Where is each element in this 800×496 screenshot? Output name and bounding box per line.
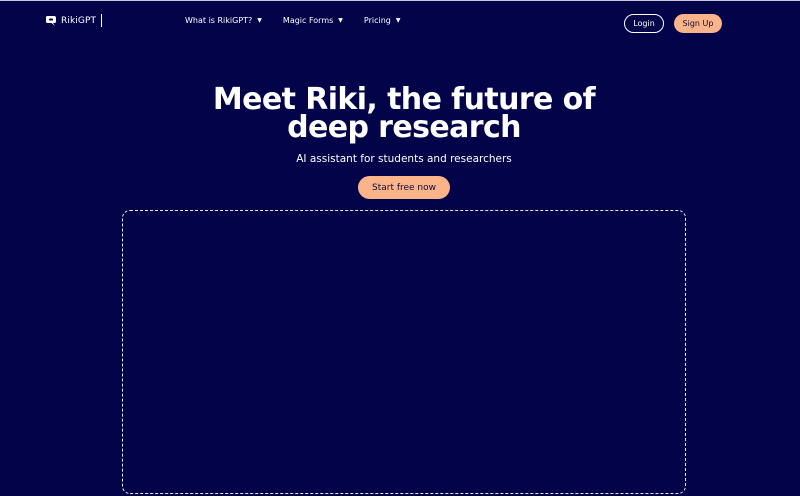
- menu-item-what-is-rikigpt[interactable]: What is RikiGPT? ▼: [185, 16, 262, 25]
- menu-item-magic-forms[interactable]: Magic Forms ▼: [283, 16, 343, 25]
- navbar: RikiGPT What is RikiGPT? ▼ Magic Forms ▼…: [0, 0, 800, 46]
- hero-title: Meet Riki, the future of deep research: [0, 85, 800, 145]
- text-cursor: [101, 14, 103, 27]
- hero-title-line-2: deep research: [287, 110, 521, 145]
- chevron-down-icon: ▼: [338, 16, 343, 24]
- brand[interactable]: RikiGPT: [45, 14, 103, 27]
- menu-item-label: Magic Forms: [282, 16, 334, 25]
- menu-item-label: What is RikiGPT?: [185, 16, 253, 25]
- riki-logo-icon: [46, 15, 56, 26]
- menu-item-label: Pricing: [363, 16, 391, 25]
- chevron-down-icon: ▼: [257, 16, 262, 24]
- brand-name: RikiGPT: [61, 15, 97, 26]
- menu-item-pricing[interactable]: Pricing ▼: [364, 16, 401, 25]
- hero-subtitle: AI assistant for students and researcher…: [296, 153, 512, 165]
- signup-button[interactable]: Sign Up: [674, 14, 722, 33]
- login-button[interactable]: Login: [624, 14, 664, 33]
- main-menu: What is RikiGPT? ▼ Magic Forms ▼ Pricing…: [185, 16, 401, 25]
- start-free-button[interactable]: Start free now: [358, 176, 450, 199]
- demo-media-placeholder: [122, 210, 686, 494]
- chevron-down-icon: ▼: [395, 16, 401, 24]
